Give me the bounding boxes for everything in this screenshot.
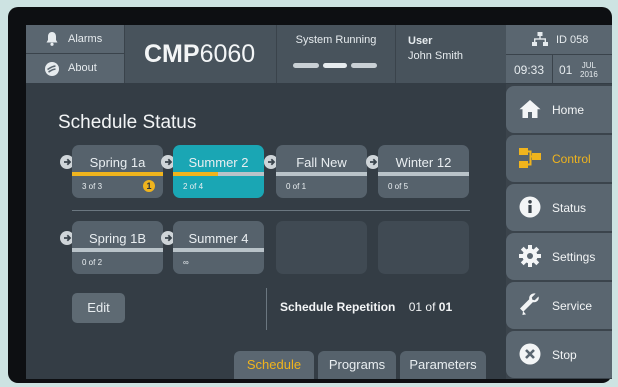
date-year: 2016 [580,70,598,79]
system-status-panel: System Running [276,25,396,83]
network-icon [532,32,548,46]
nav-service[interactable]: Service [506,282,612,329]
schedule-name: Winter 12 [395,155,452,170]
schedule-count: 0 of 5 [388,182,409,191]
repetition-total: 01 [438,300,453,314]
tab-parameters[interactable]: Parameters [400,351,486,379]
gear-icon [519,245,541,267]
tab-programs[interactable]: Programs [318,351,396,379]
schedule-name: Summer 4 [188,231,249,246]
header-bar: Alarms About CMP6060 System Running User… [26,25,612,83]
nav-label: Service [552,299,593,313]
schedule-name: Summer 2 [188,155,249,170]
schedule-count: 2 of 4 [183,182,204,191]
progress-track [72,248,163,252]
user-name: John Smith [408,50,464,62]
nav-control[interactable]: Control [506,135,612,182]
nav-label: Settings [552,250,596,264]
home-icon [519,100,541,118]
warning-badge: 1 [143,180,155,192]
clock-time[interactable]: 09:33 [506,55,553,83]
system-status-text: System Running [295,34,377,46]
date-day: 01 [559,63,573,77]
time-text: 09:33 [513,63,545,77]
side-nav: Home Control Status Settings Service Sto… [506,84,612,379]
status-bar-segment [293,63,319,68]
vertical-divider [266,288,267,330]
brand-bold: CMP [144,40,200,68]
repetition-label: Schedule Repetition [280,300,396,314]
about-icon [45,62,59,76]
schedule-name: Fall New [296,155,347,170]
schedule-tile-summer-2[interactable]: Summer 2 2 of 4 [173,145,264,198]
schedule-count: ∞ [183,258,189,267]
repetition-current[interactable]: 01 [409,300,422,314]
user-panel[interactable]: User John Smith [395,25,505,83]
progress-track [276,172,367,176]
nav-settings[interactable]: Settings [506,233,612,280]
schedule-name: Spring 1B [88,231,147,246]
device-bezel: Alarms About CMP6060 System Running User… [8,7,612,383]
nav-label: Status [552,201,587,215]
schedule-tile-spring-1b[interactable]: Spring 1B 0 of 2 [72,221,163,274]
about-label: About [68,62,97,74]
progress-track [72,172,163,176]
alarms-button[interactable]: Alarms [26,25,125,54]
schedule-name: Spring 1a [89,155,146,170]
nav-status[interactable]: Status [506,184,612,231]
edit-button[interactable]: Edit [72,293,125,323]
schedule-slot-empty[interactable] [276,221,367,274]
schedule-slot-empty[interactable] [378,221,469,274]
device-id-label: ID 058 [556,34,589,46]
nav-stop[interactable]: Stop [506,331,612,378]
progress-track [378,172,469,176]
brand-rest: 6060 [199,40,256,68]
schedule-tile-summer-4[interactable]: Summer 4 ∞ [173,221,264,274]
nav-label: Control [552,152,591,166]
schedule-tile-spring-1a[interactable]: Spring 1a 3 of 3 1 [72,145,163,198]
schedule-repetition: Schedule Repetition 01 of 01 [280,300,452,314]
brand-logo: CMP6060 [125,25,275,83]
touch-screen: Alarms About CMP6060 System Running User… [26,25,612,379]
schedule-count: 0 of 2 [82,258,103,267]
date-month: JUL [581,61,597,70]
user-label: User [408,35,433,47]
clock-date[interactable]: 01 JUL 2016 [553,55,612,83]
schedule-tile-fall-new[interactable]: Fall New 0 of 1 [276,145,367,198]
info-icon [519,196,541,218]
tab-schedule[interactable]: Schedule [234,351,314,379]
bell-icon [46,32,58,46]
control-icon [519,148,541,168]
nav-label: Home [552,103,585,117]
page-title: Schedule Status [58,112,197,133]
schedule-tile-winter-12[interactable]: Winter 12 0 of 5 [378,145,469,198]
wrench-icon [520,293,539,315]
about-button[interactable]: About [26,54,125,83]
row-divider [72,210,470,211]
stop-icon [519,343,541,365]
progress-track [173,172,264,176]
device-id-button[interactable]: ID 058 [506,25,612,55]
alarms-label: Alarms [68,33,103,45]
progress-track [173,248,264,252]
progress-fill [72,172,163,176]
status-bar-segment [351,63,377,68]
nav-home[interactable]: Home [506,86,612,133]
progress-fill [173,172,218,176]
repetition-of: of [425,300,436,314]
schedule-count: 0 of 1 [286,182,307,191]
nav-label: Stop [552,348,577,362]
schedule-count: 3 of 3 [82,182,103,191]
status-bar-segment [323,63,347,68]
